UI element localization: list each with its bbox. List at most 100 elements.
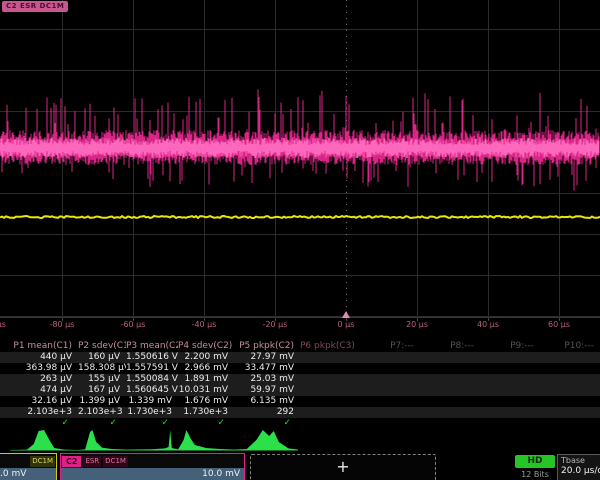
measure-histicon[interactable] (10, 428, 78, 452)
measure-status-check (480, 418, 540, 429)
measure-cell: 1.557591 V (126, 363, 178, 374)
histicon-distribution (78, 430, 126, 450)
measure-column-header[interactable]: P10:--- (540, 340, 600, 352)
measure-cell (300, 363, 360, 374)
measure-cell: 440 µV (0, 352, 78, 363)
time-axis-tick (62, 318, 63, 321)
measure-cell: 1.730e+3 (126, 407, 178, 418)
measure-cell (360, 352, 420, 363)
measure-cell: 363.98 µV (0, 363, 78, 374)
time-axis-label: -40 µs (172, 320, 236, 329)
measure-cell (480, 374, 540, 385)
measure-cell (540, 374, 600, 385)
measure-cell: 167 µV (78, 385, 126, 396)
time-axis-label: -100 µs (0, 320, 23, 329)
measure-column-header[interactable]: P8:--- (420, 340, 480, 352)
measure-cell (480, 385, 540, 396)
measure-cell (420, 374, 480, 385)
measure-column-header[interactable]: P2 sdev(C1) (78, 340, 126, 352)
measure-cell: 1.550616 V (126, 352, 178, 363)
measure-cell (360, 396, 420, 407)
measure-column-header[interactable]: P4 sdev(C2) (178, 340, 234, 352)
measure-cell: 474 µV (0, 385, 78, 396)
measure-cell: 27.97 mV (234, 352, 300, 363)
hd-mode-badge[interactable]: HD (515, 455, 555, 468)
measure-cell (420, 363, 480, 374)
measure-cell: 2.103e+3 (0, 407, 78, 418)
c1-coupling-badge: DC1M (30, 456, 55, 467)
measure-cell (540, 352, 600, 363)
c2-scale: 10.0 mV (61, 468, 244, 480)
measure-cell (420, 352, 480, 363)
time-axis-tick (559, 318, 560, 321)
time-axis-tick (488, 318, 489, 321)
measure-histicon[interactable] (78, 428, 126, 452)
measure-cell (360, 407, 420, 418)
measure-cell (480, 363, 540, 374)
measure-cell (360, 385, 420, 396)
measure-cell: 155 µV (78, 374, 126, 385)
measure-status-check (300, 418, 360, 429)
measure-cell (480, 352, 540, 363)
time-axis-label: -60 µs (101, 320, 165, 329)
c1-scale: 10.0 mV (0, 468, 56, 480)
c2-label: C2 (62, 456, 81, 467)
time-axis-label: 0 µs (314, 320, 378, 329)
c1-waveform-trace (0, 216, 600, 218)
measure-cell (540, 407, 600, 418)
time-axis-tick (204, 318, 205, 321)
measure-cell: 33.477 mV (234, 363, 300, 374)
measure-cell (300, 396, 360, 407)
measure-column-header[interactable]: P3 mean(C2) (126, 340, 178, 352)
measure-cell (480, 407, 540, 418)
measure-cell: 1.730e+3 (178, 407, 234, 418)
hd-bits-label: 12 Bits (509, 470, 561, 479)
measure-cell (420, 396, 480, 407)
measure-cell (300, 385, 360, 396)
add-trace-button[interactable]: + (250, 454, 436, 480)
measure-cell (420, 407, 480, 418)
measure-histicon[interactable] (234, 428, 298, 452)
measure-cell: 263 µV (0, 374, 78, 385)
measure-cell: 1.676 mV (178, 396, 234, 407)
measurement-table: P1 mean(C1)P2 sdev(C1)P3 mean(C2)P4 sdev… (0, 340, 600, 429)
time-axis-tick (133, 318, 134, 321)
measure-column-header[interactable]: P6 pkpk(C3) (300, 340, 360, 352)
c2-descriptor[interactable]: C2 ESR DC1M 10.0 mV (60, 453, 245, 480)
measure-cell (360, 363, 420, 374)
timebase-descriptor[interactable]: Tbase 20.0 µs/div (557, 454, 600, 480)
time-axis-label: 20 µs (385, 320, 449, 329)
measure-histicon[interactable] (126, 428, 178, 452)
c1-descriptor[interactable]: DC1M 10.0 mV (0, 453, 57, 480)
time-axis-label: -20 µs (243, 320, 307, 329)
measure-cell: 2.200 mV (178, 352, 234, 363)
measure-column-header[interactable]: P9:--- (480, 340, 540, 352)
histicon-distribution (234, 430, 298, 450)
measure-column-header[interactable]: P5 pkpk(C2) (234, 340, 300, 352)
measure-status-check (540, 418, 600, 429)
time-axis-tick (346, 318, 347, 321)
measure-cell: 292 (234, 407, 300, 418)
measure-cell (420, 385, 480, 396)
measure-cell (540, 385, 600, 396)
trigger-position-marker[interactable] (342, 311, 350, 318)
time-axis-label: -80 µs (30, 320, 94, 329)
measure-column-header[interactable]: P7:--- (360, 340, 420, 352)
oscilloscope-screen: C2 ESR DC1M -100 µs -80 µs -60 µs -40 µs -20… (0, 0, 600, 480)
c2-esr-badge: ESR (83, 456, 101, 467)
measure-cell: 59.97 mV (234, 385, 300, 396)
measure-cell: 1.560645 V (126, 385, 178, 396)
measure-cell (360, 374, 420, 385)
measure-cell (300, 374, 360, 385)
measure-histicon[interactable] (178, 428, 234, 452)
measure-cell (540, 363, 600, 374)
time-axis-tick (417, 318, 418, 321)
measure-cell (480, 396, 540, 407)
measure-cell: 1.399 µV (78, 396, 126, 407)
c2-coupling-badge: DC1M (103, 456, 128, 467)
measure-column-header[interactable]: P1 mean(C1) (0, 340, 78, 352)
histicon-distribution (126, 430, 178, 450)
histicon-distribution (178, 430, 234, 450)
measure-status-check (420, 418, 480, 429)
c2-trace-badge[interactable]: C2 ESR DC1M (2, 1, 68, 12)
